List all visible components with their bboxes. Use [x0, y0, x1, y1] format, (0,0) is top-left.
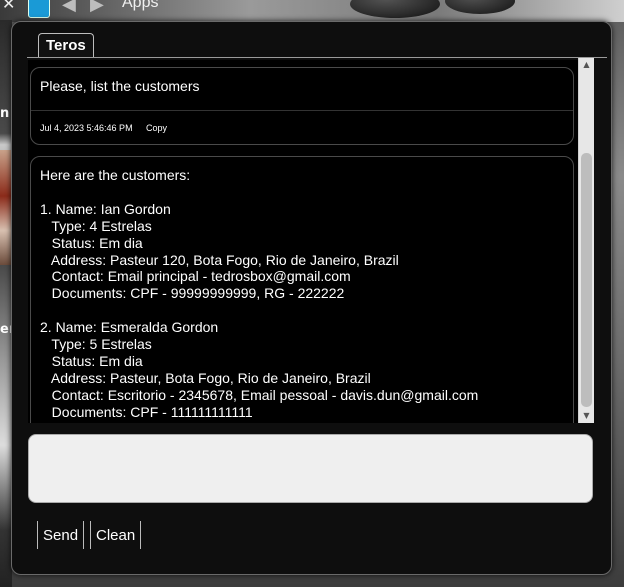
- message-timestamp: Jul 4, 2023 5:46:46 PM: [40, 123, 133, 133]
- scroll-up-icon[interactable]: ▲: [579, 58, 594, 72]
- scroll-down-icon[interactable]: ▼: [579, 409, 594, 423]
- chat-history[interactable]: Please, list the customers Jul 4, 2023 5…: [28, 60, 594, 423]
- message-text: Please, list the customers: [40, 78, 200, 94]
- send-button[interactable]: Send: [37, 521, 85, 549]
- chat-scrollbar[interactable]: ▲ ▼: [578, 58, 594, 423]
- message-text: Here are the customers: 1. Name: Ian Gor…: [40, 167, 479, 420]
- assistant-message: Here are the customers: 1. Name: Ian Gor…: [30, 156, 574, 423]
- copy-link[interactable]: Copy: [146, 123, 167, 133]
- desktop-left-fragment: n: [0, 106, 10, 121]
- tab-underline: [27, 57, 607, 58]
- message-divider: [31, 110, 573, 111]
- chat-window: Teros Please, list the customers Jul 4, …: [11, 21, 612, 575]
- nav-forward-icon[interactable]: ▶: [90, 0, 104, 15]
- user-message: Please, list the customers Jul 4, 2023 5…: [30, 67, 574, 145]
- app-icon[interactable]: [28, 0, 50, 18]
- apps-label[interactable]: Apps: [122, 0, 158, 12]
- nav-back-icon[interactable]: ◀: [62, 0, 76, 15]
- scroll-thumb[interactable]: [581, 153, 592, 407]
- tab-teros[interactable]: Teros: [38, 33, 94, 58]
- close-icon[interactable]: ✕: [2, 0, 15, 13]
- clean-button[interactable]: Clean: [90, 521, 142, 549]
- message-input[interactable]: [28, 434, 593, 503]
